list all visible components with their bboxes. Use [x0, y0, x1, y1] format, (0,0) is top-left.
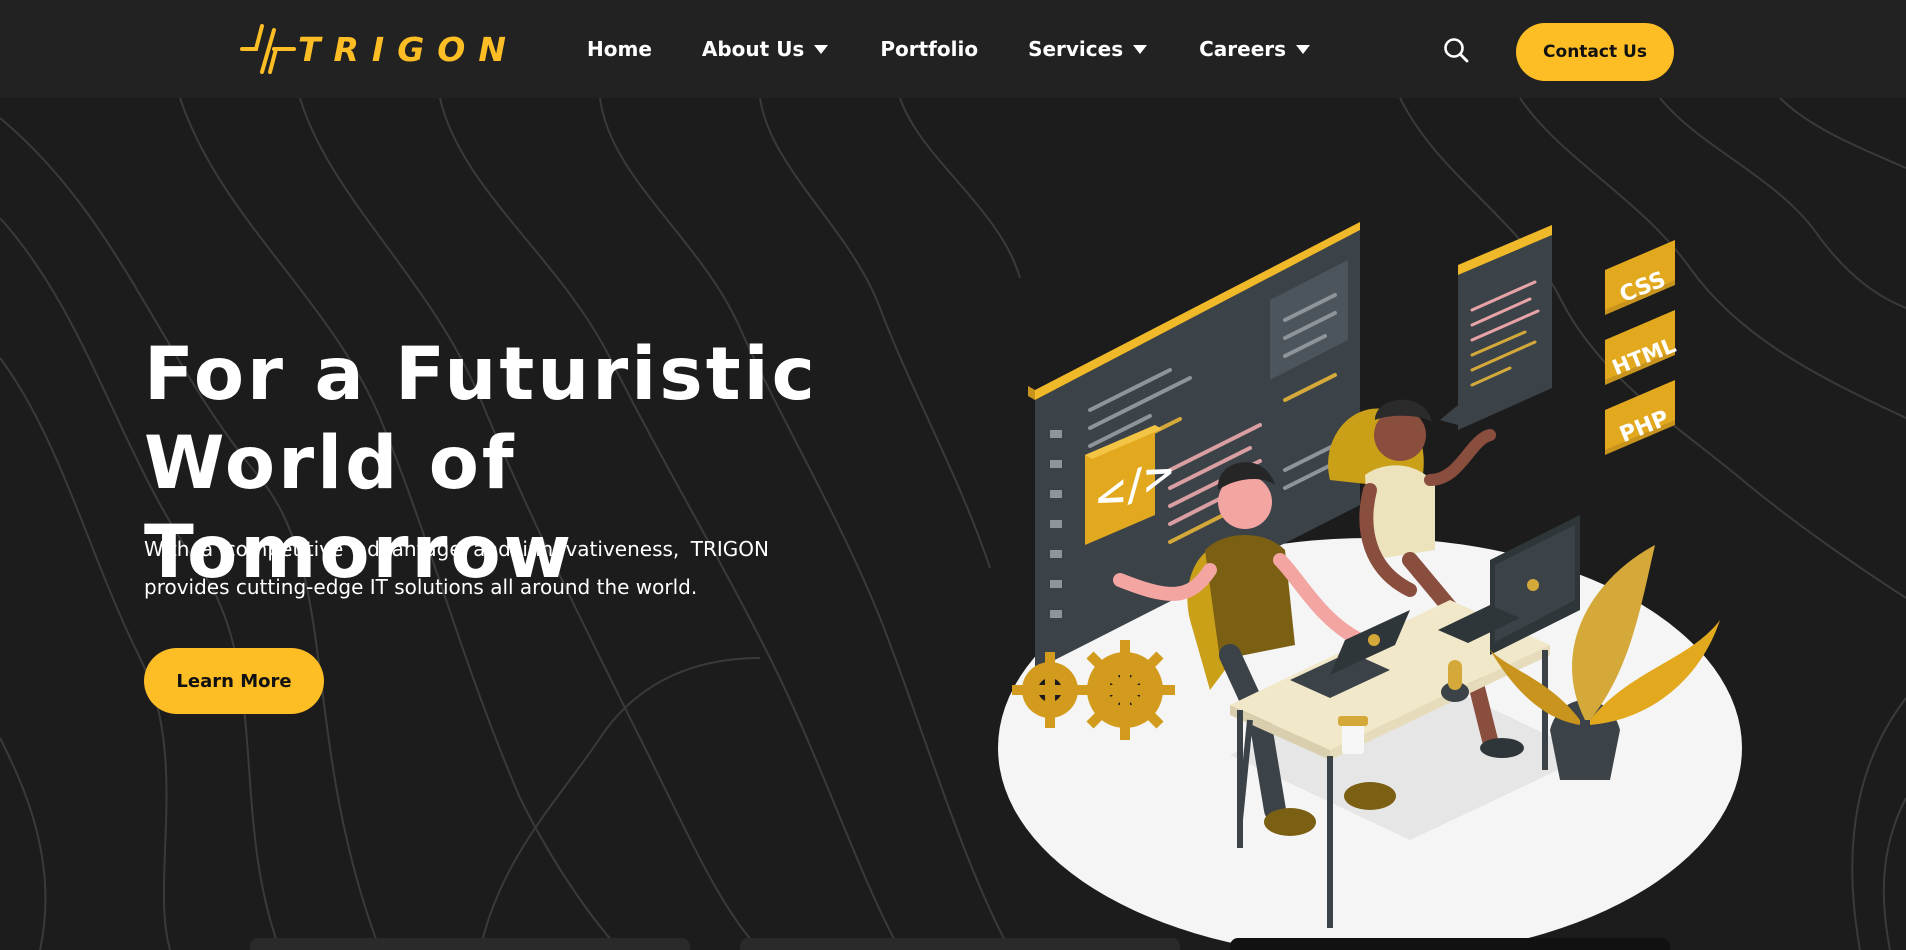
nav-item-services-label: Services — [1028, 37, 1124, 61]
tech-badge-css: CSS — [1605, 240, 1675, 315]
bottom-card-3 — [1230, 938, 1670, 950]
nav-item-careers-label: Careers — [1199, 37, 1287, 61]
tech-badge-html: HTML — [1605, 310, 1679, 385]
main-nav: Home About Us Portfolio Services Careers — [587, 0, 1311, 98]
nav-item-about-us[interactable]: About Us — [701, 37, 829, 61]
top-navbar: TRIGON Home About Us Portfolio Services … — [0, 0, 1906, 98]
trigon-logo-mark-icon — [240, 24, 296, 74]
nav-item-home-label: Home — [587, 37, 652, 61]
bottom-card-2 — [740, 938, 1180, 950]
caret-down-icon — [1296, 44, 1311, 54]
caret-down-icon — [1133, 44, 1148, 54]
trigon-logo[interactable]: TRIGON — [240, 22, 519, 76]
nav-item-home[interactable]: Home — [587, 37, 652, 61]
code-window — [1440, 225, 1552, 430]
logo-text: TRIGON — [298, 29, 519, 69]
developers-illustration: </> CSS HTML PHP — [998, 222, 1742, 950]
nav-item-portfolio[interactable]: Portfolio — [880, 37, 978, 61]
contact-us-button[interactable]: Contact Us — [1516, 23, 1674, 81]
nav-item-careers[interactable]: Careers — [1199, 37, 1311, 61]
nav-item-portfolio-label: Portfolio — [880, 37, 979, 61]
tech-badge-php: PHP — [1605, 380, 1675, 455]
bottom-card-1 — [250, 938, 690, 950]
hero-title-line-1: For a Futuristic — [144, 332, 818, 417]
caret-down-icon — [814, 44, 829, 54]
hero-description: With a competitive advantage and innovat… — [144, 537, 769, 599]
nav-item-about-us-label: About Us — [701, 37, 805, 61]
bottom-card-edges — [0, 938, 1906, 950]
learn-more-button[interactable]: Learn More — [144, 648, 324, 714]
nav-item-services[interactable]: Services — [1028, 37, 1148, 61]
search-icon[interactable] — [1442, 36, 1470, 64]
